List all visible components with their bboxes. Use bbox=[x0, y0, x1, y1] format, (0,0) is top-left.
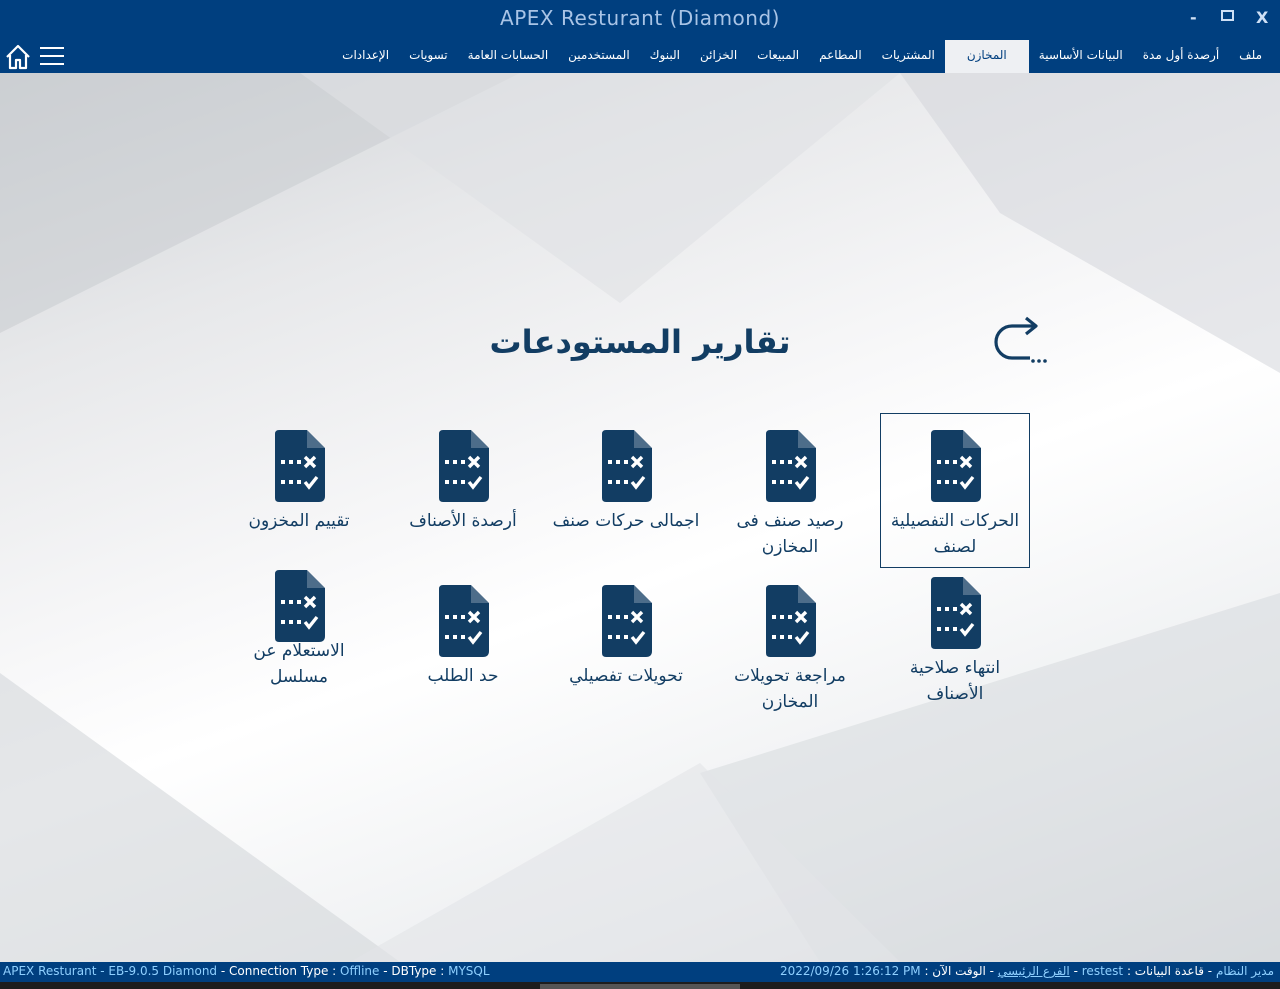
horizontal-scrollbar[interactable] bbox=[0, 982, 1280, 989]
report-item-reorder-limit[interactable]: حد الطلب bbox=[388, 585, 538, 689]
report-document-icon bbox=[602, 430, 652, 502]
report-document-icon bbox=[766, 430, 816, 502]
menu-item-stores[interactable]: المخازن bbox=[944, 40, 1029, 73]
status-right: مدير النظام - قاعدة البيانات : restest -… bbox=[780, 964, 1274, 978]
separator: - bbox=[989, 964, 994, 978]
time-value: 2022/09/26 1:26:12 PM bbox=[779, 964, 921, 978]
report-item-serial-inquiry[interactable]: الاستعلام عن مسلسل bbox=[224, 570, 374, 690]
status-bar: APEX Resturant - EB-9.0.5 Diamond - Conn… bbox=[0, 962, 1280, 982]
report-item-detailed-transfers[interactable]: تحويلات تفصيلي bbox=[551, 585, 701, 689]
menu-item-banks[interactable]: البنوك bbox=[640, 40, 690, 73]
menu-item-purchases[interactable]: المشتريات bbox=[872, 40, 945, 73]
app-version: APEX Resturant - EB-9.0.5 Diamond bbox=[3, 964, 218, 978]
menu-item-settings[interactable]: الإعدادات bbox=[332, 40, 399, 73]
minimize-button[interactable]: - bbox=[1190, 8, 1197, 27]
menu-items: ملف أرصدة أول مدة البيانات الأساسية المخ… bbox=[332, 40, 1272, 73]
connection-type-label: Connection Type : bbox=[229, 964, 337, 978]
database-value: restest bbox=[1081, 964, 1124, 978]
report-document-icon bbox=[275, 430, 325, 502]
menu-item-treasuries[interactable]: الخزائن bbox=[690, 40, 747, 73]
title-bar: APEX Resturant (Diamond) - X bbox=[0, 0, 1280, 40]
report-label: مراجعة تحويلات المخازن bbox=[734, 666, 846, 712]
branch-link[interactable]: الفرع الرئيسي bbox=[998, 964, 1070, 978]
page-title: تقارير المستودعات bbox=[489, 323, 791, 361]
status-left: APEX Resturant - EB-9.0.5 Diamond - Conn… bbox=[3, 964, 490, 978]
home-icon[interactable] bbox=[5, 44, 31, 70]
menu-bar: ملف أرصدة أول مدة البيانات الأساسية المخ… bbox=[0, 40, 1280, 73]
report-document-icon bbox=[766, 585, 816, 657]
report-label: رصيد صنف فى المخازن bbox=[736, 511, 844, 557]
return-arrow-icon[interactable] bbox=[990, 316, 1052, 368]
report-document-icon bbox=[931, 430, 981, 502]
separator: - bbox=[1073, 964, 1078, 978]
scrollbar-thumb[interactable] bbox=[540, 984, 740, 989]
menu-item-restaurants[interactable]: المطاعم bbox=[809, 40, 872, 73]
menu-item-basic-data[interactable]: البيانات الأساسية bbox=[1029, 40, 1133, 73]
menu-item-settlements[interactable]: تسويات bbox=[399, 40, 458, 73]
report-label: تحويلات تفصيلي bbox=[569, 666, 683, 686]
report-label: انتهاء صلاحية الأصناف bbox=[909, 658, 1001, 704]
report-item-detailed-movements[interactable]: الحركات التفصيلية لصنف bbox=[880, 413, 1030, 568]
separator: - bbox=[383, 964, 388, 978]
hamburger-menu-icon[interactable] bbox=[40, 47, 64, 67]
window-title: APEX Resturant (Diamond) bbox=[500, 6, 780, 30]
dbtype-value: MYSQL bbox=[448, 964, 490, 978]
report-item-total-item-movements[interactable]: اجمالى حركات صنف bbox=[551, 430, 701, 534]
menu-item-sales[interactable]: المبيعات bbox=[747, 40, 809, 73]
report-document-icon bbox=[602, 585, 652, 657]
report-label: حد الطلب bbox=[427, 666, 499, 686]
report-item-item-balance-in-stores[interactable]: رصيد صنف فى المخازن bbox=[715, 430, 865, 560]
report-label: تقييم المخزون bbox=[248, 511, 350, 531]
connection-type-value: Offline bbox=[340, 964, 380, 978]
menu-item-opening-balances[interactable]: أرصدة أول مدة bbox=[1133, 40, 1229, 73]
report-item-items-expiry[interactable]: انتهاء صلاحية الأصناف bbox=[880, 577, 1030, 707]
report-label: الحركات التفصيلية لصنف bbox=[890, 511, 1020, 557]
separator: - bbox=[1207, 964, 1213, 978]
dbtype-label: DBType : bbox=[391, 964, 445, 978]
report-document-icon bbox=[439, 430, 489, 502]
time-label: الوقت الآن : bbox=[924, 964, 986, 978]
report-label: أرصدة الأصناف bbox=[409, 511, 517, 531]
database-label: قاعدة البيانات : bbox=[1126, 964, 1204, 978]
close-button[interactable]: X bbox=[1256, 8, 1268, 27]
report-document-icon bbox=[931, 577, 981, 649]
report-document-icon bbox=[439, 585, 489, 657]
report-item-items-balances[interactable]: أرصدة الأصناف bbox=[388, 430, 538, 534]
report-label: اجمالى حركات صنف bbox=[552, 511, 700, 531]
menu-item-file[interactable]: ملف bbox=[1229, 40, 1272, 73]
main-area: تقارير المستودعات الحركات التفصيلية لصنف… bbox=[0, 73, 1280, 962]
menu-item-general-accounts[interactable]: الحسابات العامة bbox=[458, 40, 559, 73]
report-item-inventory-valuation[interactable]: تقييم المخزون bbox=[224, 430, 374, 534]
current-user: مدير النظام bbox=[1215, 964, 1274, 978]
menu-item-users[interactable]: المستخدمين bbox=[558, 40, 639, 73]
report-item-review-store-transfers[interactable]: مراجعة تحويلات المخازن bbox=[715, 585, 865, 715]
separator: - bbox=[220, 964, 226, 978]
report-label: الاستعلام عن مسلسل bbox=[253, 641, 345, 687]
maximize-button[interactable] bbox=[1221, 10, 1234, 21]
report-document-icon bbox=[275, 570, 325, 642]
